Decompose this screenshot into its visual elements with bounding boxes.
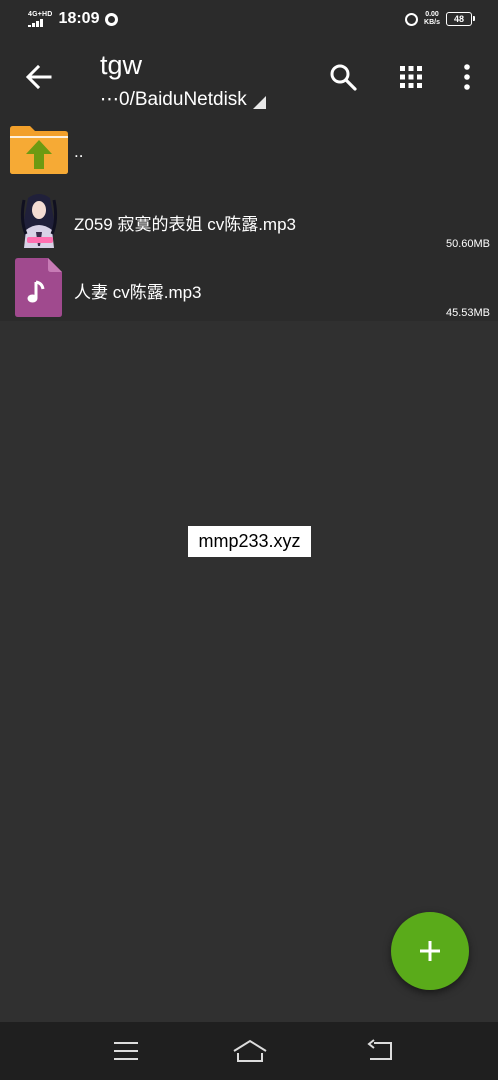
grid-view-button[interactable] <box>396 62 426 92</box>
path-dropdown-icon <box>252 96 266 109</box>
navigation-bar <box>0 1022 498 1080</box>
toolbar: tgw ⋯0/BaiduNetdisk <box>0 38 498 116</box>
path-selector[interactable]: ⋯0/BaiduNetdisk <box>100 88 266 111</box>
search-icon <box>330 64 357 91</box>
alarm-icon <box>405 12 419 26</box>
watermark-label: mmp233.xyz <box>188 526 311 557</box>
album-art-thumbnail <box>14 190 64 248</box>
file-name: Z059 寂寞的表姐 cv陈露.mp3 <box>74 215 296 234</box>
parent-folder-label: .. <box>74 142 84 161</box>
back-button[interactable] <box>22 60 56 94</box>
music-file-icon <box>15 258 62 317</box>
status-right: 0.00 KB/s 48 <box>405 11 475 27</box>
signal-indicator: 4G+HD <box>28 11 53 27</box>
nav-home-button[interactable] <box>232 1037 268 1065</box>
back-arrow-icon <box>25 64 52 90</box>
file-row[interactable]: 人妻 cv陈露.mp3 45.53MB <box>0 252 498 321</box>
file-list: .. Z059 寂寞的表姐 cv陈露.mp3 50.60MB 人妻 cv陈露.m… <box>0 116 498 321</box>
file-row[interactable]: Z059 寂寞的表姐 cv陈露.mp3 50.60MB <box>0 182 498 252</box>
parent-folder-row[interactable]: .. <box>0 116 498 182</box>
net-speed: 0.00 KB/s <box>424 11 440 27</box>
menu-icon <box>114 1042 138 1060</box>
nav-back-icon <box>367 1039 392 1060</box>
net-speed-value: 0.00 <box>425 11 439 18</box>
more-vert-icon <box>464 64 470 90</box>
status-left: 4G+HD 18:09 <box>28 10 119 28</box>
file-name: 人妻 cv陈露.mp3 <box>74 283 202 302</box>
search-button[interactable] <box>328 62 358 92</box>
network-type: 4G+HD <box>28 11 53 18</box>
folder-up-icon <box>8 125 70 175</box>
grid-view-icon <box>400 66 422 88</box>
notification-q-icon <box>105 12 119 26</box>
home-icon <box>233 1039 267 1062</box>
signal-bars-icon <box>28 19 43 27</box>
add-button[interactable] <box>391 912 469 990</box>
nav-back-button[interactable] <box>364 1037 396 1065</box>
current-path: ⋯0/BaiduNetdisk <box>100 89 247 110</box>
status-bar: 4G+HD 18:09 0.00 KB/s 48 <box>0 0 498 38</box>
nav-menu-button[interactable] <box>110 1037 142 1065</box>
folder-title: tgw <box>100 50 143 80</box>
plus-icon <box>420 941 440 961</box>
status-time: 18:09 <box>58 10 100 27</box>
battery-icon: 48 <box>446 12 475 26</box>
more-options-button[interactable] <box>456 62 478 92</box>
net-speed-unit: KB/s <box>424 19 440 26</box>
file-size: 45.53MB <box>445 307 490 319</box>
file-size: 50.60MB <box>445 238 490 250</box>
